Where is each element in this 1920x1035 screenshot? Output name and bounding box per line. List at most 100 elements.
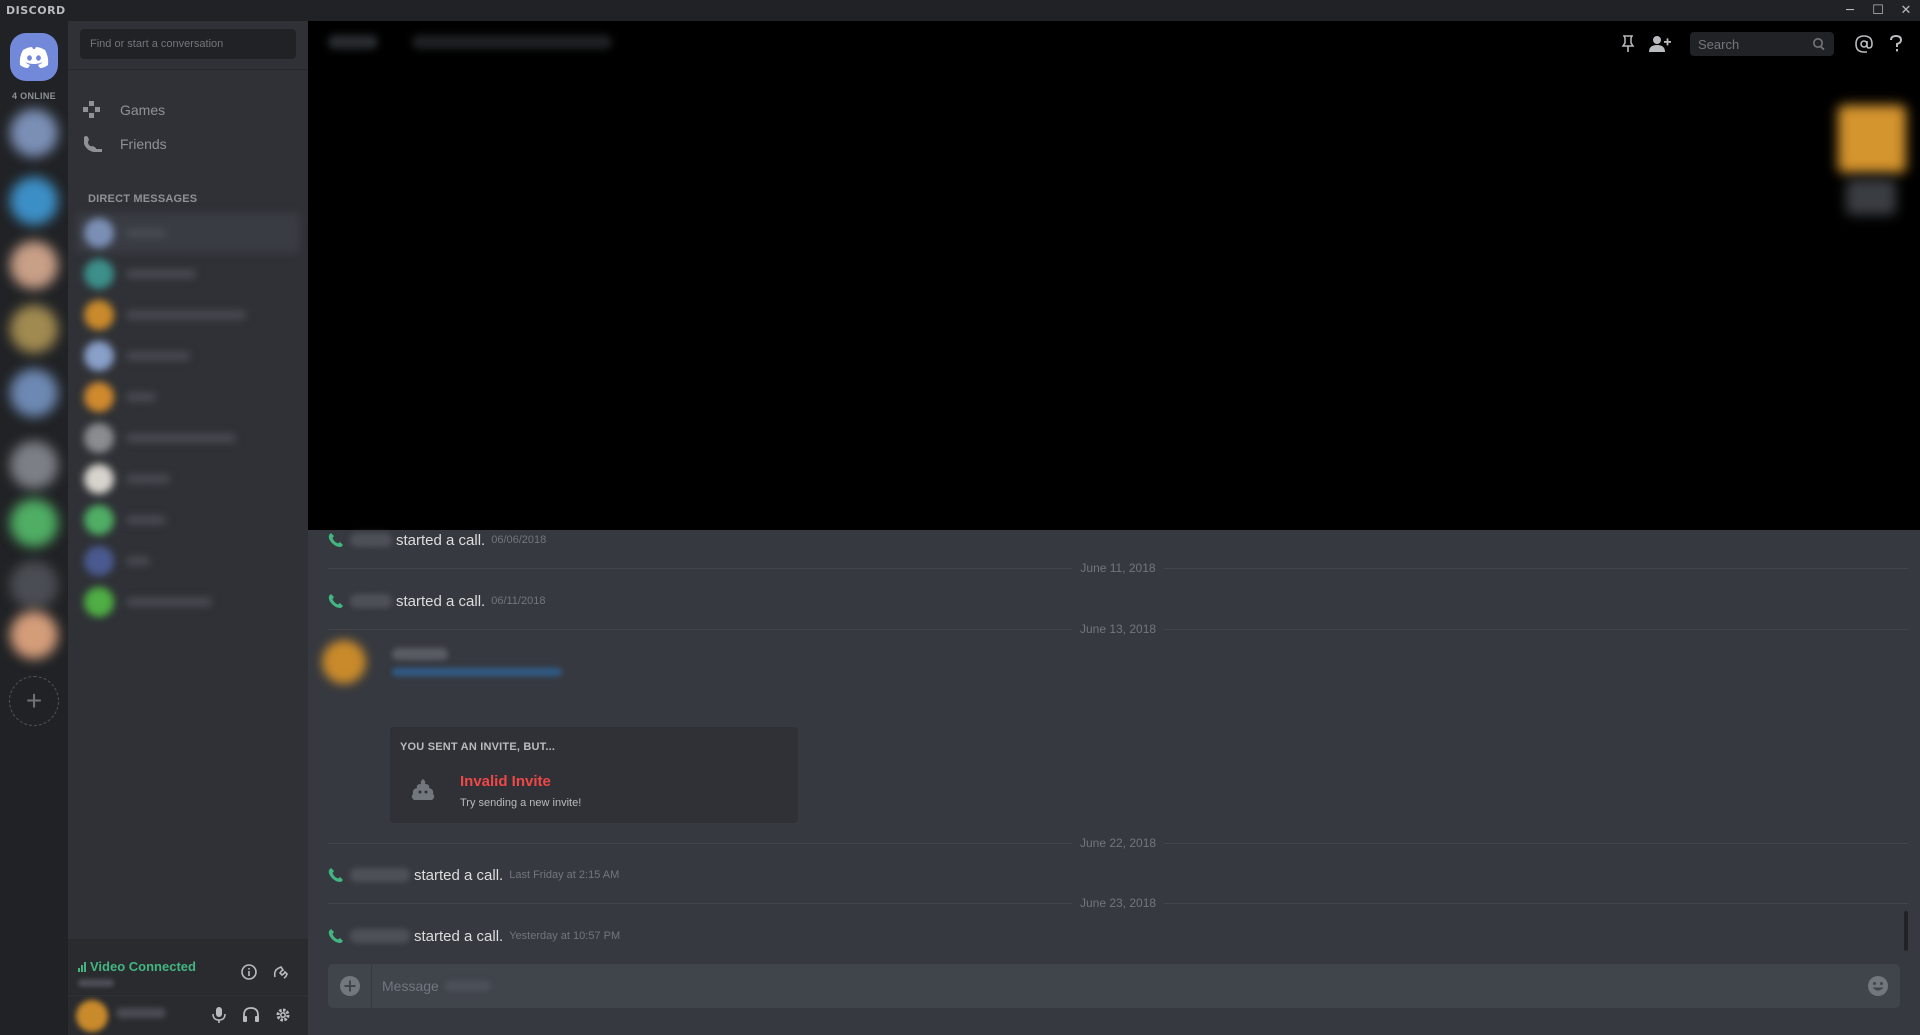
phone-icon xyxy=(328,929,343,943)
invite-header: YOU SENT AN INVITE, BUT... xyxy=(400,741,556,753)
disconnect-button[interactable] xyxy=(270,961,292,983)
invite-title: Invalid Invite xyxy=(460,773,551,790)
guild-icon[interactable] xyxy=(10,305,58,353)
voice-status-label: Video Connected xyxy=(90,959,196,974)
discord-app: DISCORD ─ ☐ ✕ 4 ONLINE + Find or start a… xyxy=(0,0,1920,1035)
help-icon[interactable] xyxy=(1884,32,1908,56)
dm-item[interactable] xyxy=(76,336,300,376)
add-server-button[interactable]: + xyxy=(9,676,59,726)
dm-item[interactable] xyxy=(76,377,300,417)
close-icon[interactable]: ✕ xyxy=(1892,0,1920,21)
avatar[interactable] xyxy=(322,640,366,684)
message-recipient xyxy=(444,981,491,991)
call-message: started a call. Yesterday at 10:57 PM xyxy=(328,926,620,946)
phone-icon xyxy=(328,533,343,547)
smiley-icon xyxy=(1868,976,1888,996)
friends-icon xyxy=(80,132,104,156)
phone-hangup-icon xyxy=(273,966,288,979)
add-member-icon[interactable] xyxy=(1648,32,1672,56)
message-composer[interactable]: Message xyxy=(328,964,1900,1008)
search-input[interactable]: Search xyxy=(1690,32,1834,56)
date-divider: June 13, 2018 xyxy=(328,622,1909,636)
app-brand: DISCORD xyxy=(6,4,66,17)
plus-circle-icon xyxy=(339,976,360,996)
caller-name xyxy=(350,929,410,943)
guild-icon[interactable] xyxy=(10,499,58,547)
date-divider-label: June 11, 2018 xyxy=(1080,561,1156,575)
voice-channel-name xyxy=(78,979,114,987)
search-icon xyxy=(1813,38,1825,51)
dm-item[interactable] xyxy=(76,582,300,622)
upload-button[interactable] xyxy=(328,964,372,1008)
deafen-button[interactable] xyxy=(240,1004,262,1026)
nav-item-label: Friends xyxy=(120,136,167,152)
user-panel xyxy=(68,996,308,1035)
discord-logo-icon xyxy=(19,47,49,68)
mention-icon[interactable] xyxy=(1852,32,1876,56)
message-placeholder: Message xyxy=(382,978,439,994)
call-text: started a call. xyxy=(414,866,504,884)
signal-strength-icon xyxy=(78,961,86,972)
call-message: started a call. Last Friday at 2:15 AM xyxy=(328,865,619,885)
guild-icon[interactable] xyxy=(10,611,58,659)
minimize-icon[interactable]: ─ xyxy=(1836,0,1864,21)
avatar[interactable] xyxy=(76,1000,108,1032)
nav-item-label: Games xyxy=(120,102,166,118)
gamepad-icon xyxy=(80,98,104,122)
dm-sidebar: Find or start a conversation Games Frien… xyxy=(68,21,308,1035)
message-timestamp: Last Friday at 2:15 AM xyxy=(509,869,620,881)
guild-icon[interactable] xyxy=(10,441,58,489)
user-settings-button[interactable] xyxy=(272,1004,294,1026)
window-controls: ─ ☐ ✕ xyxy=(1836,0,1920,21)
guild-icon[interactable] xyxy=(10,109,58,157)
guild-icon[interactable] xyxy=(10,369,58,417)
emoji-picker-button[interactable] xyxy=(1866,974,1890,998)
channel-name xyxy=(328,35,378,49)
invite-embed: YOU SENT AN INVITE, BUT... Invalid Invit… xyxy=(390,727,798,823)
maximize-icon[interactable]: ☐ xyxy=(1864,0,1892,21)
dm-item[interactable] xyxy=(76,459,300,499)
guild-icon[interactable] xyxy=(10,177,58,225)
voice-connection-panel: Video Connected xyxy=(68,939,308,995)
phone-icon xyxy=(328,594,343,608)
phone-icon xyxy=(328,868,343,882)
date-divider: June 11, 2018 xyxy=(328,561,1908,575)
message-timestamp: 06/11/2018 xyxy=(491,595,546,607)
nav-item-friends[interactable]: Friends xyxy=(80,127,296,161)
dm-item[interactable] xyxy=(76,500,300,540)
invite-subtitle: Try sending a new invite! xyxy=(460,797,582,809)
connection-info-button[interactable] xyxy=(238,961,260,983)
guild-icon[interactable] xyxy=(10,241,58,289)
nav-item-games[interactable]: Games xyxy=(80,93,296,127)
call-text: started a call. xyxy=(414,927,504,945)
dm-item[interactable] xyxy=(76,254,300,294)
dm-item[interactable] xyxy=(76,295,300,335)
message-timestamp: 06/06/2018 xyxy=(491,534,547,546)
home-button[interactable] xyxy=(10,33,58,81)
call-text: started a call. xyxy=(396,592,486,610)
video-call-area[interactable]: Search xyxy=(308,21,1920,530)
dm-list xyxy=(76,213,300,623)
caller-name xyxy=(350,594,392,608)
message-link[interactable] xyxy=(392,668,562,676)
video-participant-tile[interactable] xyxy=(1846,179,1896,215)
username xyxy=(116,1008,166,1018)
voice-status[interactable]: Video Connected xyxy=(78,959,196,974)
caller-name xyxy=(350,533,392,547)
video-participant-tile[interactable] xyxy=(1838,105,1906,173)
pin-icon[interactable] xyxy=(1616,32,1640,56)
call-message: started a call. 06/06/2018 xyxy=(328,530,546,550)
dm-item[interactable] xyxy=(76,418,300,458)
sidebar-divider xyxy=(68,69,308,70)
date-divider-label: June 13, 2018 xyxy=(1079,622,1157,636)
online-count: 4 ONLINE xyxy=(12,91,56,101)
dm-item[interactable] xyxy=(76,541,300,581)
header-toolbar: Search xyxy=(1616,21,1920,67)
guild-icon[interactable] xyxy=(10,561,58,609)
find-conversation-input[interactable]: Find or start a conversation xyxy=(80,29,296,59)
mute-button[interactable] xyxy=(208,1004,230,1026)
message-author[interactable] xyxy=(392,648,448,660)
guild-rail: 4 ONLINE + xyxy=(0,21,68,1035)
message-scrollbar[interactable] xyxy=(1904,911,1908,951)
dm-item[interactable] xyxy=(76,213,300,253)
